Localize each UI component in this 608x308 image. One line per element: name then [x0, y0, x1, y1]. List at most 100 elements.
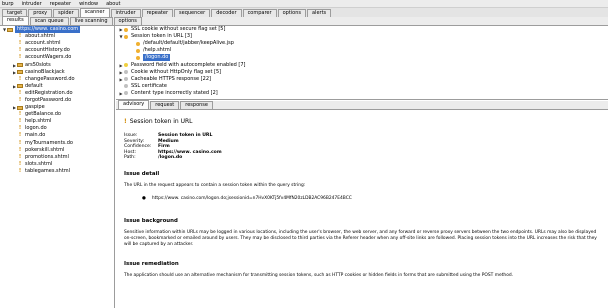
issue-label: Content type incorrectly stated [2]	[131, 89, 218, 96]
meta-key: Path:	[124, 155, 136, 161]
site-tree-pane[interactable]: ▼ https://www. casino.com! about.shtml! acc…	[0, 26, 115, 308]
tool-tab-6[interactable]: sequencer	[174, 9, 211, 17]
severity-icon	[124, 84, 128, 89]
advisory-title-text: Session token in URL	[129, 118, 193, 125]
menu-4[interactable]: about	[106, 1, 120, 7]
tool-tab-2[interactable]: spider	[53, 9, 79, 17]
site-tree-item[interactable]: ! about.shtml	[0, 33, 114, 40]
site-tree-item[interactable]: ! editRegistration.do	[0, 90, 114, 97]
site-tree-label: tablegames.shtml	[25, 167, 71, 174]
issue-detail-heading: Issue detail	[124, 171, 160, 178]
meta-value: Medium	[158, 138, 179, 144]
site-tree-item[interactable]: ▼ https://www. casino.com	[0, 26, 114, 34]
site-tree-item[interactable]: ! logon.do	[0, 125, 114, 132]
site-tree-label: myTournaments.do	[25, 139, 73, 146]
site-tree-item[interactable]: ! getBalance.do	[0, 111, 114, 118]
meta-value: https://www. casino.com	[158, 149, 222, 155]
site-tree-item[interactable]: ! main.do	[0, 132, 114, 139]
menu-0[interactable]: burp	[2, 1, 14, 7]
scanner-tab-1[interactable]: scan queue	[29, 17, 69, 25]
warning-file-icon: !	[18, 139, 22, 146]
site-tree-label: help.shtml	[25, 118, 52, 125]
severity-icon	[124, 34, 128, 39]
meta-value: /logon.do	[158, 155, 183, 161]
site-tree-item[interactable]: ! account.shtml	[0, 40, 114, 47]
warning-file-icon: !	[18, 167, 22, 174]
issue-item[interactable]: ▶ Cacheable HTTPS response [22]	[116, 76, 608, 83]
scanner-tabs: results scan queue live scanning options	[0, 16, 608, 26]
site-tree-item[interactable]: ! myTournaments.do	[0, 140, 114, 147]
warning-file-icon: !	[18, 96, 22, 103]
scanner-tab-0[interactable]: results	[2, 16, 29, 25]
issue-item[interactable]: /default/default/jabber/keepAlive.jsp	[116, 40, 608, 47]
site-tree-item[interactable]: ▶ ars50slots	[0, 61, 114, 68]
site-tree-label: slots.shtml	[25, 160, 53, 167]
issue-item[interactable]: ▼ Session token in URL [3]	[116, 33, 608, 40]
tool-tab-10[interactable]: alerts	[306, 9, 332, 17]
issue-label: Password field with autocomplete enabled…	[131, 61, 246, 68]
site-tree-label: account.shtml	[25, 40, 61, 47]
site-tree-label: gaspipe	[25, 104, 45, 111]
tool-tab-7[interactable]: decoder	[211, 9, 242, 17]
folder-icon	[7, 27, 13, 33]
issue-detail-url: ● https://www. casino.com/logon.do;jsess…	[124, 196, 600, 201]
severity-icon	[136, 48, 140, 53]
issue-list-pane[interactable]: ▶ SSL cookie without secure flag set [5] ▼…	[116, 26, 608, 100]
menu-3[interactable]: window	[79, 1, 98, 7]
issue-label: /default/default/jabber/keepAlive.jsp	[143, 40, 234, 47]
site-tree-item[interactable]: ▶ casinoBlackjack	[0, 69, 114, 76]
site-tree-item[interactable]: ! accountWagers.do	[0, 54, 114, 61]
issue-item[interactable]: ▶ SSL cookie without secure flag set [5]	[116, 26, 608, 33]
issue-label: SSL certificate	[131, 82, 167, 89]
tool-tab-8[interactable]: comparer	[242, 9, 277, 17]
detail-tab-0[interactable]: advisory	[118, 100, 150, 109]
tool-tab-1[interactable]: proxy	[28, 9, 53, 17]
issue-item[interactable]: /logon.do	[116, 54, 608, 62]
menu-1[interactable]: intruder	[22, 1, 42, 7]
site-tree-item[interactable]: ! slots.shtml	[0, 161, 114, 168]
menu-2[interactable]: repeater	[50, 1, 71, 7]
issue-item[interactable]: /help.shtml	[116, 47, 608, 54]
tool-tab-5[interactable]: repeater	[141, 9, 174, 17]
site-tree-label: getBalance.do	[25, 111, 61, 118]
detail-tab-1[interactable]: request	[150, 101, 180, 109]
tool-tab-4[interactable]: intruder	[110, 9, 141, 17]
site-tree-label: forgotPassword.do	[25, 96, 72, 103]
issue-item[interactable]: SSL certificate	[116, 83, 608, 90]
tool-tab-3[interactable]: scanner	[79, 8, 110, 17]
menu-bar: burp intruder repeater window about	[0, 0, 608, 8]
site-tree-item[interactable]: ! pokerskill.shtml	[0, 147, 114, 154]
site-tree-label: accountWagers.do	[25, 54, 72, 61]
detail-tab-2[interactable]: response	[180, 101, 213, 109]
site-tree-item[interactable]: ! changePassword.do	[0, 76, 114, 83]
warning-file-icon: !	[18, 132, 22, 139]
site-tree-item[interactable]: ! promotions.shtml	[0, 154, 114, 161]
issue-label: Cookie without HttpOnly flag set [5]	[131, 68, 222, 75]
site-tree-item[interactable]: ▶ default	[0, 83, 114, 90]
warning-icon: !	[124, 118, 127, 125]
issue-item[interactable]: ▶ Password field with autocomplete enable…	[116, 61, 608, 68]
severity-icon	[136, 41, 140, 46]
advisory-meta: Issue: Session token in URL Severity: Mediu…	[124, 133, 600, 160]
warning-file-icon: !	[18, 40, 22, 47]
warning-file-icon: !	[18, 160, 22, 167]
severity-icon	[124, 63, 128, 68]
site-tree-item[interactable]: ! tablegames.shtml	[0, 168, 114, 175]
scanner-tab-2[interactable]: live scanning	[69, 17, 113, 25]
site-tree-item[interactable]: ▶ gaspipe	[0, 104, 114, 111]
site-tree-label: https://www. casino.com	[15, 26, 81, 34]
issue-item[interactable]: ▶ Cookie without HttpOnly flag set [5]	[116, 69, 608, 76]
site-tree-item[interactable]: ! forgotPassword.do	[0, 97, 114, 104]
folder-icon	[17, 69, 23, 75]
issue-item[interactable]: ▶ Content type incorrectly stated [2]	[116, 90, 608, 97]
site-tree-item[interactable]: ! help.shtml	[0, 118, 114, 125]
issue-label: Session token in URL [3]	[131, 33, 192, 40]
warning-file-icon: !	[18, 153, 22, 160]
warning-file-icon: !	[18, 47, 22, 54]
site-tree-label: promotions.shtml	[25, 153, 69, 160]
site-tree-item[interactable]: ! accountHistory.do	[0, 47, 114, 54]
tool-tab-9[interactable]: options	[277, 9, 306, 17]
detail-tabs: advisory request response	[116, 100, 608, 110]
scanner-tab-3[interactable]: options	[113, 17, 142, 25]
site-tree-label: default	[25, 82, 43, 89]
